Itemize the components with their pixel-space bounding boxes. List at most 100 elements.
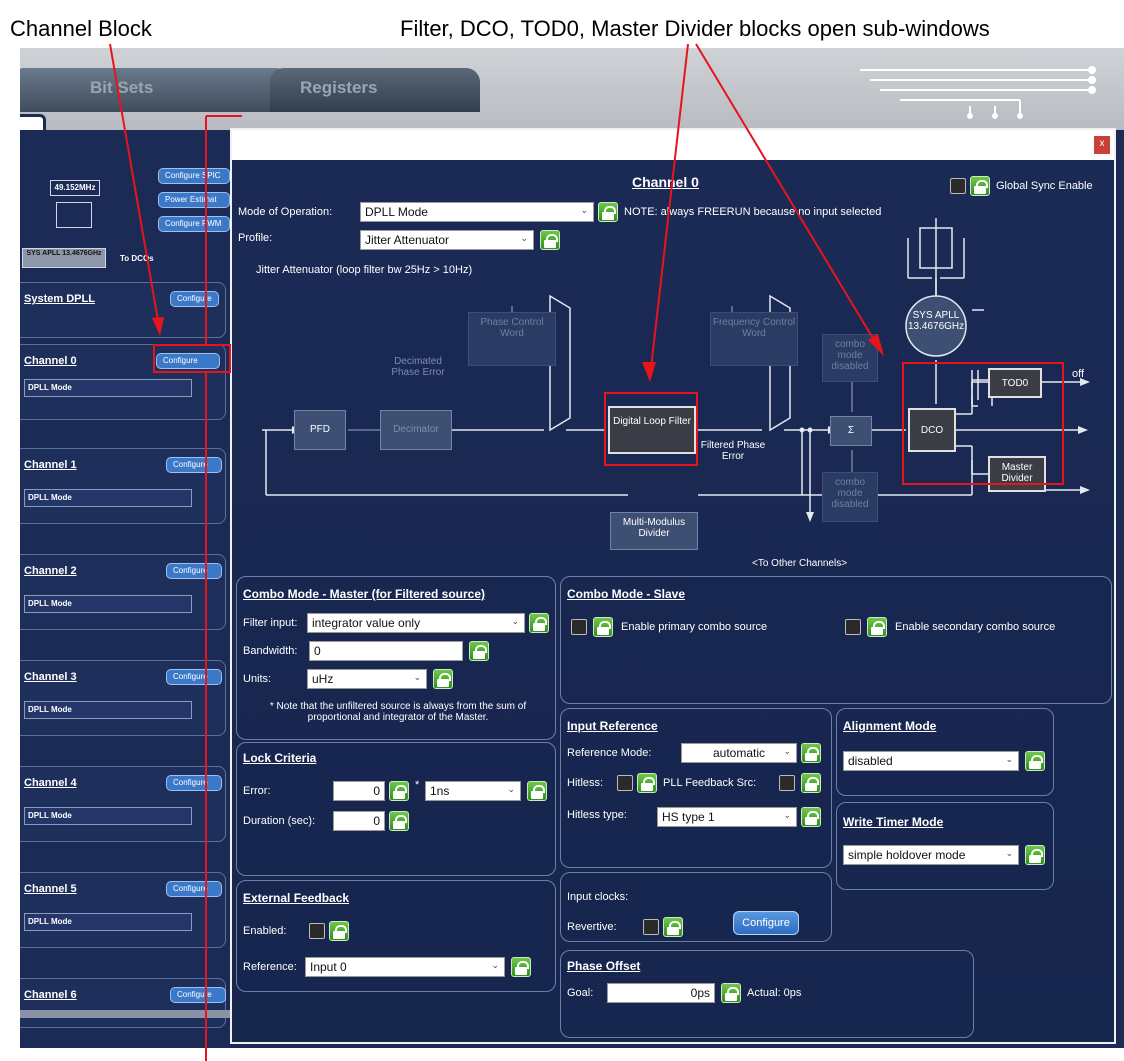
configure-button[interactable]: Configure — [166, 563, 222, 579]
secondary-combo-checkbox[interactable] — [845, 619, 861, 635]
hitless-type-select[interactable]: HS type 1 ⌄ — [657, 807, 797, 827]
combo-mode-top: combo mode disabled — [822, 334, 878, 382]
lock-criteria-group: Lock Criteria Error: 0 * 1ns ⌄ Duration (… — [236, 742, 556, 876]
tod0-button[interactable]: TOD0 — [988, 368, 1042, 398]
scrollbar[interactable] — [20, 1010, 240, 1018]
duration-label: Duration (sec): — [243, 815, 316, 827]
unlock-icon[interactable] — [329, 921, 349, 941]
unlock-icon[interactable] — [801, 807, 821, 827]
block-title: Channel 5 — [24, 883, 77, 895]
error-unit-select[interactable]: 1ns ⌄ — [425, 781, 521, 801]
write-timer-select[interactable]: simple holdover mode ⌄ — [843, 845, 1019, 865]
phase-offset-title: Phase Offset — [567, 959, 641, 973]
duration-input[interactable]: 0 — [333, 811, 385, 831]
filtered-phase-error-label: Filtered Phase Error — [700, 440, 766, 462]
multi-modulus-divider-button[interactable]: Multi-Modulus Divider — [610, 512, 698, 550]
block-title: Channel 4 — [24, 777, 77, 789]
filter-input-select[interactable]: integrator value only ⌄ — [307, 613, 525, 633]
unlock-icon[interactable] — [433, 669, 453, 689]
power-estimate-button[interactable]: Power Estimat — [158, 192, 230, 208]
reference-label: Reference: — [243, 961, 297, 973]
close-button[interactable]: x — [1094, 136, 1110, 154]
mode-field: DPLL Mode — [24, 807, 192, 825]
external-feedback-checkbox[interactable] — [309, 923, 325, 939]
channel-dialog: x Channel 0 Global Sync Enable Mode of O… — [230, 128, 1116, 1044]
off-label: off — [1072, 368, 1085, 380]
configure-button[interactable]: Configure — [170, 987, 226, 1003]
alignment-mode-select[interactable]: disabled ⌄ — [843, 751, 1019, 771]
combo-note: * Note that the unfiltered source is alw… — [269, 701, 527, 723]
sys-apll-box: SYS APLL 13.4676GHz — [22, 248, 106, 268]
revertive-checkbox[interactable] — [643, 919, 659, 935]
unlock-icon[interactable] — [1025, 751, 1045, 771]
hitless-checkbox[interactable] — [617, 775, 633, 791]
block-title: Channel 0 — [24, 355, 77, 367]
reference-mode-label: Reference Mode: — [567, 747, 652, 759]
input-clocks-group: Input clocks: Revertive: Configure — [560, 872, 832, 942]
combo-master-title: Combo Mode - Master (for Filtered source… — [243, 587, 486, 601]
unlock-icon[interactable] — [721, 983, 741, 1003]
configure-input-clocks-button[interactable]: Configure — [733, 911, 799, 935]
digital-loop-filter-button[interactable]: Digital Loop Filter — [608, 406, 696, 454]
unlock-icon[interactable] — [389, 811, 409, 831]
decimated-label: Decimated Phase Error — [391, 356, 445, 378]
unlock-icon[interactable] — [867, 617, 887, 637]
combo-master-group: Combo Mode - Master (for Filtered source… — [236, 576, 556, 740]
phase-control-word: Phase Control Word — [468, 312, 556, 366]
goal-input[interactable]: 0ps — [607, 983, 715, 1003]
channel-3-block: Channel 3 Configure DPLL Mode — [20, 660, 226, 736]
block-title: Channel 3 — [24, 671, 77, 683]
mode-field: DPLL Mode — [24, 595, 192, 613]
filter-input-label: Filter input: — [243, 617, 298, 629]
block-title: Channel 1 — [24, 459, 77, 471]
master-divider-button[interactable]: Master Divider — [988, 456, 1046, 492]
sys-apll-label: SYS APLL 13.4676GHz — [908, 310, 965, 332]
channel-5-block: Channel 5 Configure DPLL Mode — [20, 872, 226, 948]
pll-feedback-checkbox[interactable] — [779, 775, 795, 791]
configure-button[interactable]: Configure — [166, 775, 222, 791]
channel-sidebar: 49.152MHz SYS APLL 13.4676GHz To DCOs Co… — [20, 130, 230, 1030]
configure-pwm-button[interactable]: Configure PWM — [158, 216, 230, 232]
external-feedback-group: External Feedback Enabled: Reference: In… — [236, 880, 556, 992]
channel-1-block: Channel 1 Configure DPLL Mode — [20, 448, 226, 524]
unlock-icon[interactable] — [511, 957, 531, 977]
unlock-icon[interactable] — [593, 617, 613, 637]
bandwidth-input[interactable]: 0 — [309, 641, 463, 661]
frequency-control-word: Frequency Control Word — [710, 312, 798, 366]
circuit-decoration — [860, 66, 1096, 119]
unlock-icon[interactable] — [663, 917, 683, 937]
input-clocks-label: Input clocks: — [567, 891, 629, 903]
app-header: Bit Sets Registers — [20, 48, 1124, 130]
reference-select[interactable]: Input 0 ⌄ — [305, 957, 505, 977]
units-select[interactable]: uHz ⌄ — [307, 669, 427, 689]
write-timer-group: Write Timer Mode simple holdover mode ⌄ — [836, 802, 1054, 890]
combo-slave-group: Combo Mode - Slave Enable primary combo … — [560, 576, 1112, 704]
phase-offset-group: Phase Offset Goal: 0ps Actual: 0ps — [560, 950, 974, 1038]
bandwidth-label: Bandwidth: — [243, 645, 298, 657]
configure-button[interactable]: Configure — [170, 291, 219, 307]
dco-button[interactable]: DCO — [908, 408, 956, 452]
unlock-icon[interactable] — [389, 781, 409, 801]
primary-combo-checkbox[interactable] — [571, 619, 587, 635]
configure-button[interactable]: Configure — [166, 669, 222, 685]
unlock-icon[interactable] — [637, 773, 657, 793]
configure-spi-button[interactable]: Configure SPIC — [158, 168, 230, 184]
channel-2-block: Channel 2 Configure DPLL Mode — [20, 554, 226, 630]
reference-mode-select[interactable]: automatic ⌄ — [681, 743, 797, 763]
unlock-icon[interactable] — [801, 743, 821, 763]
unlock-icon[interactable] — [1025, 845, 1045, 865]
configure-button[interactable]: Configure — [166, 457, 222, 473]
mode-field: DPLL Mode — [24, 489, 192, 507]
error-input[interactable]: 0 — [333, 781, 385, 801]
configure-button[interactable]: Configure — [166, 881, 222, 897]
configure-button[interactable]: Configure — [156, 353, 220, 369]
units-label: Units: — [243, 673, 272, 685]
unlock-icon[interactable] — [469, 641, 489, 661]
to-other-channels-label: <To Other Channels> — [752, 558, 848, 569]
pfd-block: PFD — [294, 410, 346, 450]
unlock-icon[interactable] — [527, 781, 547, 801]
unlock-icon[interactable] — [529, 613, 549, 633]
pll-feedback-label: PLL Feedback Src: — [663, 777, 757, 789]
unlock-icon[interactable] — [801, 773, 821, 793]
secondary-combo-label: Enable secondary combo source — [895, 621, 1056, 633]
